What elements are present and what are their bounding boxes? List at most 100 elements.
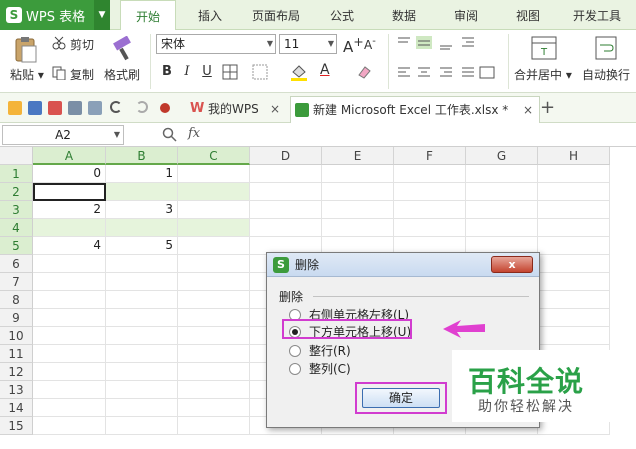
cell-c6[interactable] xyxy=(178,255,250,273)
row-header-12[interactable]: 12 xyxy=(0,363,33,381)
cell-a2[interactable] xyxy=(33,183,106,201)
cell-c7[interactable] xyxy=(178,273,250,291)
cell-a1[interactable]: 0 xyxy=(33,165,106,183)
cell-c3[interactable] xyxy=(178,201,250,219)
cell-b2[interactable] xyxy=(106,183,178,201)
close-icon[interactable]: × xyxy=(523,97,533,123)
column-header-d[interactable]: D xyxy=(250,147,322,165)
chevron-down-icon[interactable]: ▼ xyxy=(94,0,110,30)
cell-h5[interactable] xyxy=(538,237,610,255)
cell-b11[interactable] xyxy=(106,345,178,363)
cell-f2[interactable] xyxy=(394,183,466,201)
row-header-4[interactable]: 4 xyxy=(0,219,33,237)
select-all-corner[interactable] xyxy=(0,147,33,165)
cell-g4[interactable] xyxy=(466,219,538,237)
grow-font-button[interactable]: A+ xyxy=(343,34,364,56)
tab-workbook[interactable]: 新建 Microsoft Excel 工作表.xlsx * × xyxy=(290,96,540,123)
column-header-a[interactable]: A xyxy=(33,147,106,165)
font-color-button[interactable]: A xyxy=(320,62,330,78)
cell-h10[interactable] xyxy=(538,327,610,345)
tab-data[interactable]: 数据 xyxy=(380,0,428,30)
merge-center-icon[interactable]: T xyxy=(530,35,558,61)
radio-button[interactable] xyxy=(289,363,301,375)
row-header-14[interactable]: 14 xyxy=(0,399,33,417)
cell-h6[interactable] xyxy=(538,255,610,273)
format-painter-button[interactable]: 格式刷 xyxy=(104,66,140,83)
tab-page-layout[interactable]: 页面布局 xyxy=(244,0,308,30)
export-pdf-icon[interactable] xyxy=(48,101,62,115)
shrink-font-button[interactable]: A- xyxy=(364,36,376,52)
dialog-titlebar[interactable]: S 删除 x xyxy=(267,253,539,277)
close-button[interactable]: x xyxy=(491,256,533,273)
cell-e4[interactable] xyxy=(322,219,394,237)
cell-b10[interactable] xyxy=(106,327,178,345)
save-icon[interactable] xyxy=(28,101,42,115)
column-header-b[interactable]: B xyxy=(106,147,178,165)
cell-c15[interactable] xyxy=(178,417,250,435)
cell-b4[interactable] xyxy=(106,219,178,237)
underline-button[interactable]: U xyxy=(198,63,216,81)
cell-d1[interactable] xyxy=(250,165,322,183)
row-header-13[interactable]: 13 xyxy=(0,381,33,399)
cell-b5[interactable]: 5 xyxy=(106,237,178,255)
cell-b8[interactable] xyxy=(106,291,178,309)
cell-h3[interactable] xyxy=(538,201,610,219)
fx-icon[interactable]: fx xyxy=(188,126,200,141)
row-header-15[interactable]: 15 xyxy=(0,417,33,435)
cell-b15[interactable] xyxy=(106,417,178,435)
ok-button[interactable]: 确定 xyxy=(362,388,440,408)
tab-home[interactable]: 开始 xyxy=(120,0,176,31)
cell-d3[interactable] xyxy=(250,201,322,219)
redo-icon[interactable] xyxy=(136,101,148,113)
cell-b9[interactable] xyxy=(106,309,178,327)
cell-a8[interactable] xyxy=(33,291,106,309)
cell-h1[interactable] xyxy=(538,165,610,183)
cell-c4[interactable] xyxy=(178,219,250,237)
cell-b6[interactable] xyxy=(106,255,178,273)
fill-color-icon[interactable] xyxy=(290,63,308,81)
vertical-align-icon[interactable] xyxy=(396,36,486,50)
formula-input[interactable] xyxy=(214,125,634,145)
cell-e1[interactable] xyxy=(322,165,394,183)
column-header-g[interactable]: G xyxy=(466,147,538,165)
cell-b12[interactable] xyxy=(106,363,178,381)
cell-b14[interactable] xyxy=(106,399,178,417)
cell-f1[interactable] xyxy=(394,165,466,183)
row-header-7[interactable]: 7 xyxy=(0,273,33,291)
row-header-1[interactable]: 1 xyxy=(0,165,33,183)
cell-a4[interactable] xyxy=(33,219,106,237)
cell-g1[interactable] xyxy=(466,165,538,183)
copy-button[interactable]: 复制 xyxy=(70,66,94,83)
undo-icon[interactable] xyxy=(110,101,122,113)
wrap-text-button[interactable]: 自动换行 xyxy=(582,66,630,83)
cell-h8[interactable] xyxy=(538,291,610,309)
row-header-2[interactable]: 2 xyxy=(0,183,33,201)
cell-a15[interactable] xyxy=(33,417,106,435)
clear-format-icon[interactable] xyxy=(355,63,373,81)
cell-g3[interactable] xyxy=(466,201,538,219)
cell-c1[interactable] xyxy=(178,165,250,183)
cell-a13[interactable] xyxy=(33,381,106,399)
wrap-text-icon[interactable] xyxy=(594,35,618,61)
row-header-6[interactable]: 6 xyxy=(0,255,33,273)
cell-e3[interactable] xyxy=(322,201,394,219)
search-icon[interactable] xyxy=(162,127,178,143)
cell-c8[interactable] xyxy=(178,291,250,309)
row-header-8[interactable]: 8 xyxy=(0,291,33,309)
cell-a14[interactable] xyxy=(33,399,106,417)
cell-a9[interactable] xyxy=(33,309,106,327)
column-header-e[interactable]: E xyxy=(322,147,394,165)
italic-button[interactable]: I xyxy=(178,63,196,81)
cell-c11[interactable] xyxy=(178,345,250,363)
radio-button[interactable] xyxy=(289,345,301,357)
cell-f4[interactable] xyxy=(394,219,466,237)
cell-b13[interactable] xyxy=(106,381,178,399)
print-icon[interactable] xyxy=(68,101,82,115)
close-icon[interactable]: × xyxy=(270,96,280,122)
cell-a7[interactable] xyxy=(33,273,106,291)
paste-icon[interactable] xyxy=(12,36,40,64)
cell-c13[interactable] xyxy=(178,381,250,399)
tab-insert[interactable]: 插入 xyxy=(186,0,234,30)
cell-c5[interactable] xyxy=(178,237,250,255)
border-icon[interactable] xyxy=(222,64,238,80)
